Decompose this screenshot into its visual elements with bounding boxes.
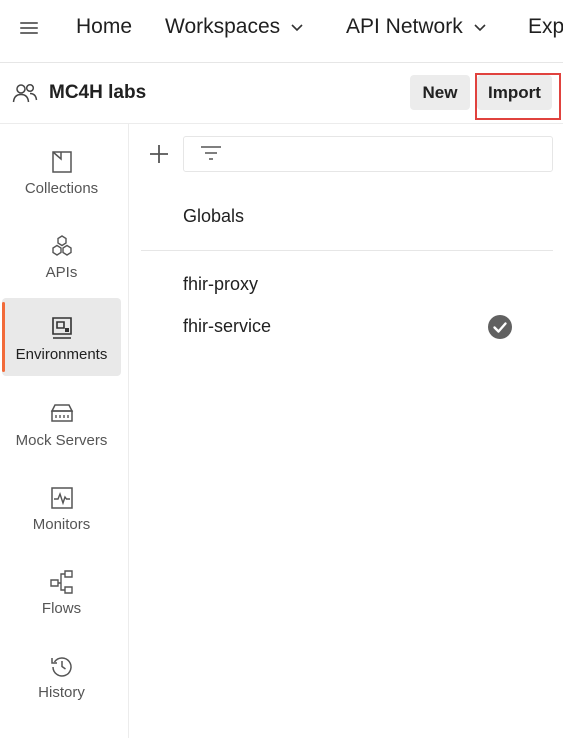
sidebar-item-history[interactable]: History [2, 636, 121, 714]
sidebar: Collections APIs Environments Mock Serve… [0, 124, 129, 738]
sidebar-item-flows[interactable]: Flows [2, 552, 121, 630]
sidebar-item-collections[interactable]: Collections [2, 132, 121, 210]
new-button[interactable]: New [410, 75, 470, 110]
environment-item-fhir-proxy[interactable]: fhir-proxy [183, 274, 258, 295]
nav-workspaces[interactable]: Workspaces [165, 15, 304, 39]
nav-home[interactable]: Home [76, 15, 132, 39]
sidebar-item-label: Collections [24, 180, 99, 197]
sidebar-item-label: Monitors [32, 516, 91, 533]
history-icon [50, 654, 74, 678]
mock-servers-icon [50, 402, 74, 426]
sidebar-item-environments[interactable]: Environments [2, 298, 121, 376]
filter-input[interactable] [183, 136, 553, 172]
check-circle-icon[interactable] [488, 315, 512, 339]
nav-api-network-label: API Network [346, 15, 463, 38]
sidebar-item-apis[interactable]: APIs [2, 216, 121, 294]
sidebar-item-label: Flows [41, 600, 82, 617]
workspace-header: MC4H labs New Import [0, 64, 563, 124]
filter-icon [200, 145, 222, 163]
sidebar-item-label: Environments [15, 346, 108, 363]
nav-workspaces-label: Workspaces [165, 15, 281, 38]
sidebar-item-label: APIs [45, 264, 78, 281]
chevron-down-icon [290, 20, 304, 34]
add-environment-button[interactable] [147, 142, 171, 166]
top-navigation: Home Workspaces API Network Exp [0, 0, 563, 63]
globals-item[interactable]: Globals [183, 206, 244, 227]
nav-home-label: Home [76, 15, 133, 38]
environment-item-fhir-service[interactable]: fhir-service [183, 316, 271, 337]
flows-icon [49, 570, 74, 594]
sidebar-item-mock-servers[interactable]: Mock Servers [2, 384, 121, 462]
apis-icon [50, 234, 74, 258]
nav-api-network[interactable]: API Network [346, 15, 487, 39]
sidebar-item-label: History [38, 684, 85, 701]
plus-icon [150, 145, 168, 163]
workspace-name: MC4H labs [49, 82, 147, 103]
team-icon [12, 82, 38, 104]
environments-icon [50, 316, 74, 340]
import-button[interactable]: Import [477, 75, 552, 110]
divider [141, 250, 553, 251]
chevron-down-icon [473, 20, 487, 34]
collections-icon [50, 150, 74, 174]
sidebar-item-label: Mock Servers [15, 432, 108, 449]
sidebar-item-monitors[interactable]: Monitors [2, 468, 121, 546]
monitors-icon [50, 486, 74, 510]
nav-explore-label: Exp [528, 15, 563, 38]
menu-icon[interactable] [20, 20, 40, 36]
nav-explore[interactable]: Exp [528, 15, 563, 39]
